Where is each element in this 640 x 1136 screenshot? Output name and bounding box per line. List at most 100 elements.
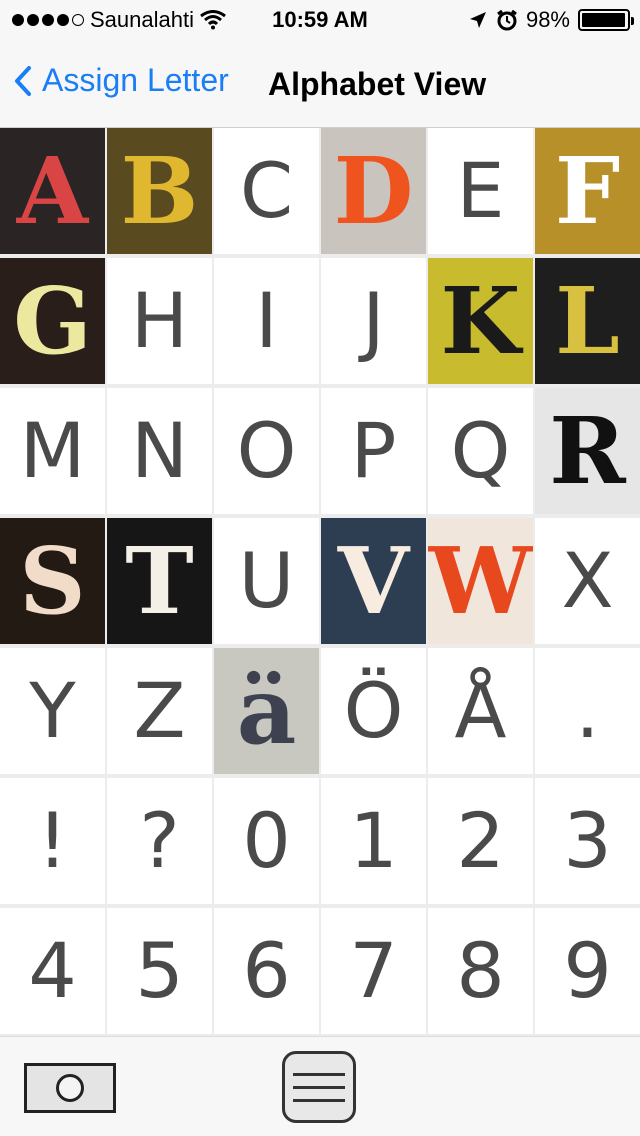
- back-button[interactable]: Assign Letter: [14, 62, 229, 99]
- letter-tile[interactable]: !: [0, 778, 105, 904]
- tile-character: 2: [456, 796, 505, 885]
- tile-character: V: [337, 527, 410, 635]
- tile-character: Å: [454, 666, 507, 755]
- tile-character: A: [16, 137, 89, 245]
- menu-icon-line: [293, 1072, 345, 1076]
- tile-character: J: [362, 276, 385, 365]
- letter-tile[interactable]: Å: [428, 648, 533, 774]
- letter-tile[interactable]: F: [535, 128, 640, 254]
- tile-character: N: [131, 406, 188, 495]
- tile-character: C: [239, 146, 294, 235]
- letter-tile[interactable]: ä: [214, 648, 319, 774]
- page-title: Alphabet View: [268, 66, 487, 102]
- tile-character: H: [130, 276, 189, 365]
- navigation-bar: Assign Letter Alphabet View: [0, 40, 640, 128]
- back-button-label: Assign Letter: [42, 62, 229, 98]
- tile-character: K: [440, 267, 521, 375]
- tile-character: B: [120, 137, 199, 245]
- letter-tile[interactable]: O: [214, 388, 319, 514]
- letter-tile[interactable]: U: [214, 518, 319, 644]
- location-arrow-icon: [469, 12, 486, 28]
- letter-tile[interactable]: 8: [428, 908, 533, 1034]
- letter-tile[interactable]: C: [214, 128, 319, 254]
- tile-character: T: [125, 527, 194, 635]
- tile-character: U: [238, 536, 295, 625]
- letter-tile[interactable]: ?: [107, 778, 212, 904]
- tile-character: I: [255, 276, 278, 365]
- tile-character: ?: [139, 796, 180, 885]
- letter-tile[interactable]: V: [321, 518, 426, 644]
- letter-tile[interactable]: 1: [321, 778, 426, 904]
- tile-character: G: [13, 267, 92, 375]
- tile-character: Z: [133, 666, 186, 755]
- letter-tile[interactable]: 0: [214, 778, 319, 904]
- tile-character: 3: [563, 796, 612, 885]
- letter-tile[interactable]: 2: [428, 778, 533, 904]
- tile-character: 6: [242, 926, 291, 1015]
- letter-tile[interactable]: J: [321, 258, 426, 384]
- tile-character: Q: [450, 406, 511, 495]
- letter-tile[interactable]: Z: [107, 648, 212, 774]
- letter-tile[interactable]: K: [428, 258, 533, 384]
- status-bar: Saunalahti 10:59 AM 98%: [0, 0, 640, 40]
- battery-tip: [631, 17, 634, 25]
- tile-character: 9: [563, 926, 612, 1015]
- tile-character: 1: [349, 796, 398, 885]
- letter-tile[interactable]: W: [428, 518, 533, 644]
- tile-character: F: [554, 137, 621, 245]
- letter-tile[interactable]: M: [0, 388, 105, 514]
- tile-character: E: [456, 146, 505, 235]
- letter-tile[interactable]: Ö: [321, 648, 426, 774]
- tile-character: L: [555, 267, 620, 375]
- tile-character: M: [19, 406, 86, 495]
- tile-character: Ö: [343, 666, 404, 755]
- menu-icon-line: [293, 1085, 345, 1089]
- chevron-left-icon: [15, 65, 31, 96]
- letter-tile[interactable]: 3: [535, 778, 640, 904]
- tile-character: Y: [29, 666, 76, 755]
- bottom-toolbar: [0, 1036, 640, 1136]
- letter-tile[interactable]: Y: [0, 648, 105, 774]
- battery-fill: [582, 13, 626, 27]
- camera-icon: [56, 1074, 84, 1102]
- letter-tile[interactable]: D: [321, 128, 426, 254]
- tile-character: W: [428, 527, 533, 635]
- letter-tile[interactable]: B: [107, 128, 212, 254]
- tile-character: O: [236, 406, 297, 495]
- letter-tile[interactable]: N: [107, 388, 212, 514]
- tile-character: 4: [28, 926, 77, 1015]
- battery-percent: 98%: [525, 7, 570, 32]
- letter-tile[interactable]: P: [321, 388, 426, 514]
- letter-tile[interactable]: 7: [321, 908, 426, 1034]
- letter-tile[interactable]: E: [428, 128, 533, 254]
- tile-character: D: [333, 137, 414, 245]
- letter-tile[interactable]: 5: [107, 908, 212, 1034]
- menu-button[interactable]: [282, 1051, 356, 1123]
- tile-character: X: [561, 536, 614, 625]
- tile-character: !: [37, 796, 68, 885]
- letter-tile[interactable]: Q: [428, 388, 533, 514]
- tile-character: ä: [236, 657, 297, 765]
- letter-tile[interactable]: G: [0, 258, 105, 384]
- letter-tile[interactable]: R: [535, 388, 640, 514]
- letter-tile[interactable]: .: [535, 648, 640, 774]
- tile-character: R: [549, 397, 626, 505]
- tile-character: 0: [242, 796, 291, 885]
- alphabet-grid: A B C D E F G H I J K L M N O P Q R S T U V W X Y Zä Ö Å.!? 0 1 2 3 4 5 6 7…: [0, 128, 640, 1036]
- menu-icon-line: [293, 1098, 345, 1102]
- alarm-clock-icon: [497, 9, 517, 31]
- letter-tile[interactable]: L: [535, 258, 640, 384]
- letter-tile[interactable]: T: [107, 518, 212, 644]
- letter-tile[interactable]: I: [214, 258, 319, 384]
- battery-icon: [578, 9, 634, 31]
- letter-tile[interactable]: 4: [0, 908, 105, 1034]
- tile-character: S: [19, 527, 86, 635]
- camera-button[interactable]: [24, 1063, 116, 1113]
- tile-character: P: [350, 406, 397, 495]
- letter-tile[interactable]: A: [0, 128, 105, 254]
- letter-tile[interactable]: S: [0, 518, 105, 644]
- letter-tile[interactable]: X: [535, 518, 640, 644]
- letter-tile[interactable]: 6: [214, 908, 319, 1034]
- letter-tile[interactable]: 9: [535, 908, 640, 1034]
- letter-tile[interactable]: H: [107, 258, 212, 384]
